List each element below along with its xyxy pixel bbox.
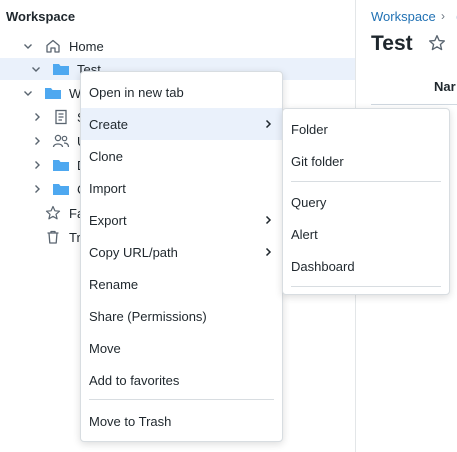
folder-icon	[52, 180, 70, 198]
menu-item-create[interactable]: Create	[81, 108, 282, 140]
star-icon	[44, 204, 62, 222]
menu-item-label: Copy URL/path	[89, 244, 178, 260]
menu-item-label: Export	[89, 212, 127, 228]
tree-item-home[interactable]: Home	[0, 35, 355, 57]
menu-item-label: Alert	[291, 226, 318, 242]
context-menu: Open in new tab Create Clone Import Expo…	[80, 71, 283, 442]
chevron-right-icon[interactable]	[31, 159, 43, 171]
chevron-down-icon[interactable]	[22, 40, 34, 52]
breadcrumb-separator: ›	[441, 9, 445, 23]
chevron-right-icon[interactable]	[31, 183, 43, 195]
menu-item-label: Move to Trash	[89, 413, 172, 429]
submenu-item-query[interactable]: Query	[283, 186, 449, 218]
menu-item-label: Folder	[291, 121, 328, 137]
chevron-down-icon[interactable]	[30, 63, 42, 75]
menu-item-add-to-favorites[interactable]: Add to favorites	[81, 364, 282, 396]
chevron-right-icon	[262, 118, 274, 130]
menu-separator	[89, 399, 274, 400]
menu-item-label: Import	[89, 180, 126, 196]
menu-item-clone[interactable]: Clone	[81, 140, 282, 172]
menu-item-copy-url-path[interactable]: Copy URL/path	[81, 236, 282, 268]
menu-item-label: Move	[89, 340, 121, 356]
submenu-item-git-folder[interactable]: Git folder	[283, 145, 449, 177]
menu-item-label: Clone	[89, 148, 123, 164]
menu-item-label: Dashboard	[291, 258, 355, 274]
submenu-item-alert[interactable]: Alert	[283, 218, 449, 250]
menu-item-label: Open in new tab	[89, 84, 184, 100]
home-icon	[44, 37, 62, 55]
menu-item-export[interactable]: Export	[81, 204, 282, 236]
menu-item-move[interactable]: Move	[81, 332, 282, 364]
trash-icon	[44, 228, 62, 246]
breadcrumb-workspace[interactable]: Workspace	[371, 9, 436, 24]
menu-item-label: Add to favorites	[89, 372, 180, 388]
menu-item-label: Create	[89, 116, 129, 132]
chevron-right-icon[interactable]	[31, 111, 43, 123]
menu-separator	[291, 181, 441, 182]
chevron-down-icon[interactable]	[22, 87, 34, 99]
menu-item-move-to-trash[interactable]: Move to Trash	[81, 405, 282, 437]
menu-item-label: Git folder	[291, 153, 344, 169]
menu-item-open-new-tab[interactable]: Open in new tab	[81, 76, 282, 108]
chevron-right-icon[interactable]	[31, 135, 43, 147]
folder-icon	[44, 84, 62, 102]
folder-icon	[52, 156, 70, 174]
menu-item-label: Query	[291, 194, 327, 210]
document-icon	[52, 108, 70, 126]
column-header-name[interactable]: Nar	[434, 79, 456, 94]
sidebar-title: Workspace	[6, 9, 76, 24]
header-divider	[371, 104, 457, 105]
menu-item-label: Rename	[89, 276, 139, 292]
page-title: Test	[371, 32, 413, 55]
menu-item-rename[interactable]: Rename	[81, 268, 282, 300]
create-submenu: Folder Git folder Query Alert Dashboard	[282, 108, 450, 295]
menu-item-import[interactable]: Import	[81, 172, 282, 204]
folder-icon	[52, 60, 70, 78]
tree-item-label: Home	[69, 39, 104, 54]
menu-separator	[291, 286, 441, 287]
menu-item-label: Share (Permissions)	[89, 308, 207, 324]
submenu-item-folder[interactable]: Folder	[283, 113, 449, 145]
chevron-right-icon	[262, 214, 274, 226]
submenu-item-dashboard[interactable]: Dashboard	[283, 250, 449, 282]
chevron-right-icon	[262, 246, 274, 258]
users-icon	[52, 132, 70, 150]
menu-item-share-permissions[interactable]: Share (Permissions)	[81, 300, 282, 332]
favorite-star-icon[interactable]	[428, 34, 448, 54]
